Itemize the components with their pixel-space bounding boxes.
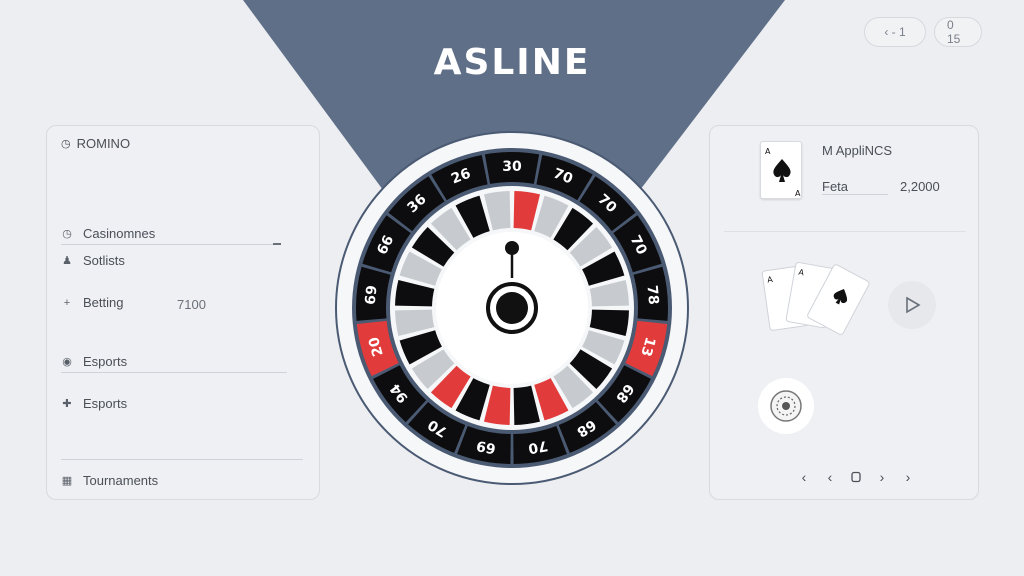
clock-icon: ◷ — [61, 138, 71, 150]
chevron-right-icon[interactable]: › — [874, 469, 890, 485]
wheel-number-label: 78 — [644, 285, 662, 306]
divider — [724, 231, 966, 232]
field-label: Fetа — [822, 179, 849, 194]
menu-item-esports[interactable]: ◉ Esports — [61, 354, 127, 369]
svg-text:A: A — [795, 189, 801, 198]
divider — [61, 459, 303, 460]
menu-item-label: Tournaments — [83, 473, 159, 488]
menu-item-label: Casinomnes — [83, 226, 156, 241]
wheel-number-label: 69 — [363, 285, 381, 306]
hub-center — [496, 292, 528, 324]
menu-item-label: Sotlists — [83, 253, 125, 268]
divider — [61, 372, 287, 373]
left-panel-title: ROMINO — [76, 136, 131, 151]
menu-item-label: Esports — [83, 354, 128, 369]
chevron-left-icon[interactable]: ‹ — [822, 469, 838, 485]
clock-icon: ◷ — [62, 228, 72, 240]
play-button[interactable] — [888, 281, 936, 329]
top-controls: ‹ - 1 0 15 — [864, 17, 982, 47]
divider — [61, 244, 279, 245]
pagination-controls: ‹ ‹ › › — [796, 469, 916, 485]
menu-item-label: Betting — [83, 295, 124, 310]
shield-icon: ◉ — [62, 356, 72, 368]
ace-of-spades-card: A A — [760, 141, 802, 199]
roulette-wheel[interactable]: 30 70707078136868706970942069663626 — [334, 130, 690, 486]
chevron-left-icon[interactable]: ‹ — [796, 469, 812, 485]
left-panel-header: ◷ ROMINO — [61, 136, 130, 151]
plus-icon: + — [63, 296, 71, 309]
menu-item-sotlists[interactable]: ♟ Sotlists — [61, 253, 125, 268]
person-icon: ♟ — [62, 255, 72, 267]
home-icon[interactable] — [848, 469, 864, 485]
field-underline — [822, 194, 888, 195]
game-title: M AppliNCS — [822, 143, 893, 158]
menu-item-tournaments[interactable]: ▦ Tournaments — [61, 473, 158, 488]
menu-item-esports-2[interactable]: ✚ Esports — [61, 396, 127, 411]
slider-handle[interactable] — [273, 243, 281, 245]
back-control-button[interactable]: ‹ - 1 — [864, 17, 926, 47]
cross-icon: ✚ — [62, 398, 72, 410]
menu-item-label: Esports — [83, 396, 128, 411]
play-icon — [906, 296, 921, 314]
wheel-number-label: 30 — [502, 159, 522, 175]
brand-title: ASLINE — [433, 42, 591, 83]
menu-item-betting[interactable]: + Betting — [61, 295, 124, 310]
chevron-right-icon[interactable]: › — [900, 469, 916, 485]
app-screen: ASLINE ‹ - 1 0 15 ◷ ROMINO ◷ Casinomnes … — [0, 0, 1024, 576]
field-value: 2,2000 — [900, 179, 940, 194]
card-fan-icon: A A — [761, 262, 870, 335]
menu-item-casinomnes[interactable]: ◷ Casinomnes — [61, 226, 155, 241]
betting-value: 7100 — [177, 297, 206, 312]
right-game-panel: A A M AppliNCS Fetа 2,2000 A A ‹ ‹ › › — [709, 125, 979, 500]
counter-control-button[interactable]: 0 15 — [934, 17, 982, 47]
spinner-ball — [505, 241, 519, 255]
calendar-icon: ▦ — [61, 475, 73, 487]
poker-chip-icon[interactable] — [758, 378, 814, 434]
svg-text:A: A — [765, 147, 771, 156]
left-menu-panel: ◷ ROMINO ◷ Casinomnes ♟ Sotlists + Betti… — [46, 125, 320, 500]
